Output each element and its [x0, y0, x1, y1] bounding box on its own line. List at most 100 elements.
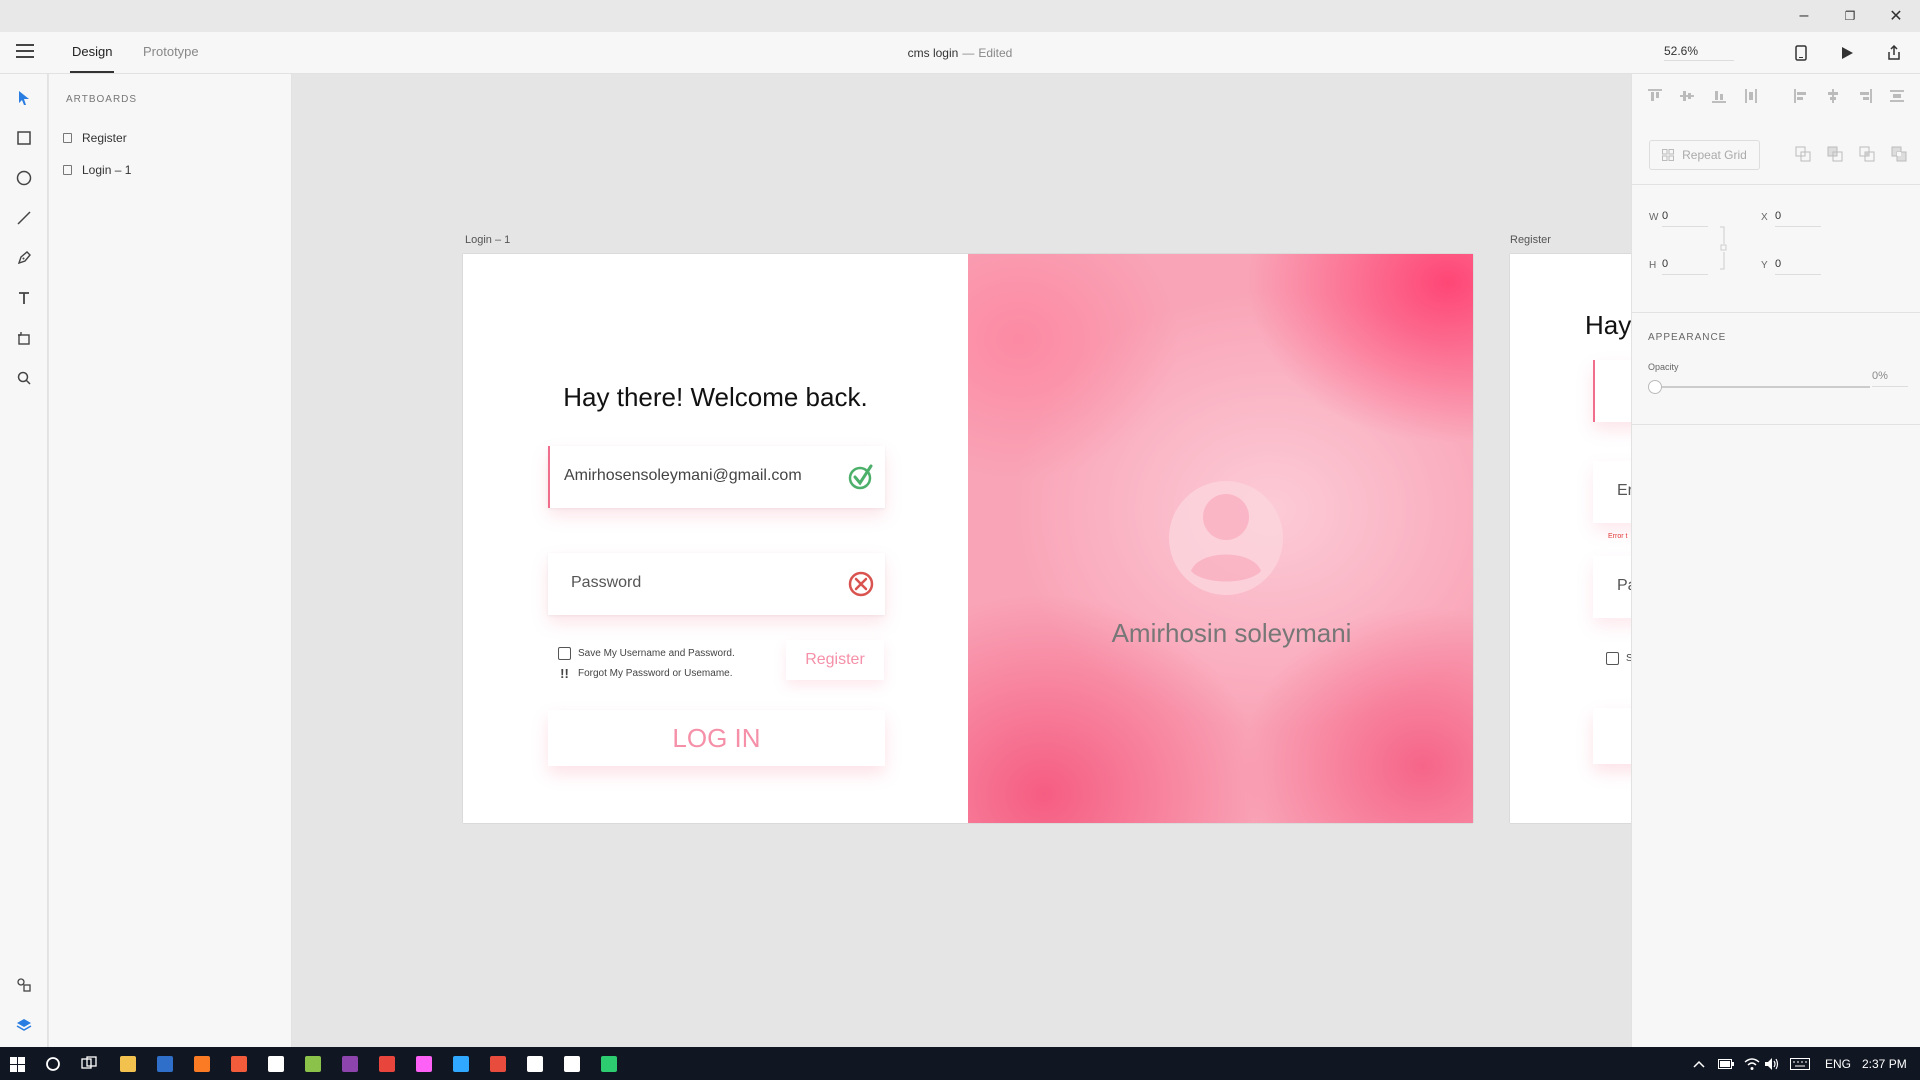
register-checkbox[interactable]	[1606, 652, 1619, 665]
hamburger-menu-icon[interactable]	[16, 44, 34, 60]
artboard-tool-icon[interactable]	[12, 326, 36, 350]
register-submit-button[interactable]	[1593, 708, 1631, 764]
profile-name: Amirhosin soleymani	[1111, 618, 1352, 648]
task-view-icon[interactable]	[78, 1053, 100, 1075]
layers-icon[interactable]	[12, 1013, 36, 1037]
zoom-level[interactable]: 52.6%	[1664, 44, 1734, 61]
keyboard-icon[interactable]	[1789, 1053, 1811, 1075]
app-orange-icon[interactable]	[228, 1053, 250, 1075]
rectangle-tool-icon[interactable]	[12, 126, 36, 150]
select-tool-icon[interactable]	[12, 86, 36, 110]
text-tool-icon[interactable]	[12, 286, 36, 310]
panel-divider	[1632, 424, 1920, 425]
xampp-icon[interactable]	[191, 1053, 213, 1075]
windows-start-icon[interactable]	[6, 1053, 28, 1075]
calculator-icon[interactable]	[561, 1053, 583, 1075]
artboard-login[interactable]: Hay there! Welcome back. Amirhosensoleym…	[463, 254, 1473, 823]
artboard-label-login[interactable]: Login – 1	[465, 234, 510, 246]
app-purple-icon[interactable]	[339, 1053, 361, 1075]
repeat-grid-button[interactable]: Repeat Grid	[1649, 140, 1760, 170]
ellipse-tool-icon[interactable]	[12, 166, 36, 190]
tray-overflow-icon[interactable]	[1692, 1053, 1706, 1075]
forgot-password-link[interactable]: !! Forgot My Password or Usemame.	[558, 666, 733, 681]
height-input[interactable]: 0	[1662, 258, 1708, 275]
login-button[interactable]: LOG IN	[548, 710, 885, 766]
save-credentials-row[interactable]: Save My Username and Password.	[558, 647, 735, 660]
tab-prototype[interactable]: Prototype	[143, 44, 199, 59]
app-circle-icon[interactable]	[524, 1053, 546, 1075]
assets-icon[interactable]	[12, 973, 36, 997]
device-preview-icon[interactable]	[1790, 42, 1812, 64]
register-button[interactable]: Register	[786, 640, 884, 680]
boolean-exclude-icon[interactable]	[1891, 146, 1907, 162]
title-bar: – ❐ ✕	[0, 0, 1920, 32]
clock[interactable]: 2:37 PM	[1862, 1057, 1907, 1071]
save-credentials-checkbox[interactable]	[558, 647, 571, 660]
opacity-slider[interactable]	[1650, 386, 1870, 388]
opacity-slider-handle[interactable]	[1648, 380, 1662, 394]
zoom-tool-icon[interactable]	[12, 366, 36, 390]
artboard-item-login[interactable]: Login – 1	[63, 163, 131, 177]
app-diamond-icon[interactable]	[302, 1053, 324, 1075]
adobe-xd-app-glyph	[416, 1056, 432, 1072]
boolean-add-icon[interactable]	[1795, 146, 1811, 162]
wifi-icon[interactable]	[1741, 1053, 1763, 1075]
email-value: Amirhosensoleymani@gmail.com	[564, 467, 802, 484]
x-input[interactable]: 0	[1775, 210, 1821, 227]
width-input[interactable]: 0	[1662, 210, 1708, 227]
align-top-icon[interactable]	[1647, 88, 1663, 104]
artboard-label-register[interactable]: Register	[1510, 234, 1551, 246]
artboards-heading: ARTBOARDS	[66, 94, 138, 105]
register-field-1[interactable]	[1593, 360, 1631, 422]
volume-icon[interactable]	[1761, 1053, 1783, 1075]
x-label: X	[1761, 212, 1768, 223]
app-white-icon[interactable]	[265, 1053, 287, 1075]
y-label: Y	[1761, 260, 1768, 271]
restore-icon: ❐	[1844, 9, 1856, 23]
app-stripes-app-glyph	[490, 1056, 506, 1072]
align-center-icon[interactable]	[1825, 88, 1841, 104]
share-icon[interactable]	[1883, 42, 1905, 64]
design-canvas[interactable]: Login – 1 Hay there! Welcome back. Amirh…	[292, 74, 1631, 1047]
email-field[interactable]: Amirhosensoleymani@gmail.com	[548, 446, 885, 508]
register-heading-fragment: Hay	[1585, 310, 1631, 340]
password-field[interactable]: Password	[548, 553, 885, 615]
input-language[interactable]: ENG	[1825, 1057, 1851, 1071]
restore-button[interactable]: ❐	[1827, 0, 1873, 32]
lock-aspect-icon[interactable]	[1719, 226, 1727, 270]
boolean-subtract-icon[interactable]	[1827, 146, 1843, 162]
register-field-2[interactable]: Er	[1593, 461, 1631, 523]
register-field-3[interactable]: Pa	[1593, 556, 1631, 618]
align-middle-icon[interactable]	[1679, 88, 1695, 104]
forgot-password-label: Forgot My Password or Usemame.	[578, 668, 733, 679]
chrome-app-glyph	[379, 1056, 395, 1072]
close-button[interactable]: ✕	[1873, 0, 1919, 32]
artboard-icon	[63, 133, 72, 143]
align-bottom-icon[interactable]	[1711, 88, 1727, 104]
align-right-icon[interactable]	[1857, 88, 1873, 104]
opacity-input[interactable]: 0%	[1872, 370, 1908, 387]
line-tool-icon[interactable]	[12, 206, 36, 230]
chrome-icon[interactable]	[376, 1053, 398, 1075]
app-stripes-icon[interactable]	[487, 1053, 509, 1075]
battery-icon[interactable]	[1715, 1053, 1737, 1075]
distribute-vertical-icon[interactable]	[1743, 88, 1759, 104]
file-explorer-app-glyph	[120, 1056, 136, 1072]
powershell-icon[interactable]	[154, 1053, 176, 1075]
photoshop-icon[interactable]	[450, 1053, 472, 1075]
minimize-button[interactable]: –	[1781, 0, 1827, 32]
boolean-intersect-icon[interactable]	[1859, 146, 1875, 162]
register-check-row[interactable]: S	[1606, 652, 1631, 665]
play-icon[interactable]	[1836, 42, 1858, 64]
artboard-register[interactable]: Hay Er Error t Pa S	[1510, 254, 1631, 823]
tab-design[interactable]: Design	[69, 44, 115, 73]
pen-tool-icon[interactable]	[12, 246, 36, 270]
artboard-item-register[interactable]: Register	[63, 131, 127, 145]
file-explorer-icon[interactable]	[117, 1053, 139, 1075]
y-input[interactable]: 0	[1775, 258, 1821, 275]
distribute-horizontal-icon[interactable]	[1889, 88, 1905, 104]
align-left-icon[interactable]	[1793, 88, 1809, 104]
app-green-icon[interactable]	[598, 1053, 620, 1075]
adobe-xd-icon[interactable]	[413, 1053, 435, 1075]
cortana-search-icon[interactable]	[42, 1053, 64, 1075]
